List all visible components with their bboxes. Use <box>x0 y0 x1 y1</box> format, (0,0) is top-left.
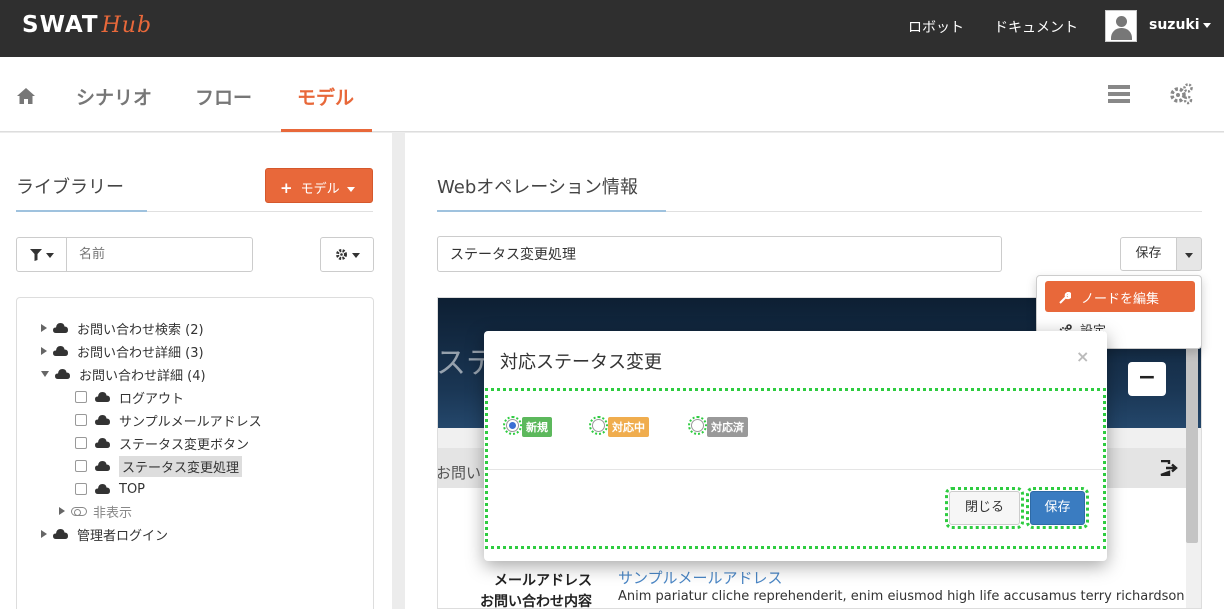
preview-body-text: Anim pariatur cliche reprehenderit, enim… <box>618 589 1185 604</box>
logout-icon[interactable] <box>1160 460 1178 476</box>
cloud-icon <box>95 484 110 494</box>
tab-model[interactable]: モデル <box>297 83 354 110</box>
radio-in-progress[interactable] <box>589 415 608 435</box>
search-input[interactable] <box>66 237 253 272</box>
library-title: ライブラリー <box>16 177 124 198</box>
hidden-toggle-icon <box>71 506 87 516</box>
tab-flow[interactable]: フロー <box>195 83 252 110</box>
close-icon[interactable]: × <box>1076 347 1089 366</box>
node-checkbox[interactable] <box>75 460 87 472</box>
tree-node[interactable]: お問い合わせ詳細 (4) <box>41 364 206 384</box>
node-checkbox[interactable] <box>75 483 87 495</box>
top-navbar: SWAT Hub ロボット ドキュメント suzuki <box>0 0 1224 57</box>
collapse-arrow-icon[interactable] <box>41 371 49 377</box>
avatar[interactable] <box>1105 10 1137 42</box>
preview-label-email: メールアドレス <box>494 573 592 589</box>
panel-title: Webオペレーション情報 <box>437 177 638 198</box>
wrench-icon <box>1059 291 1073 304</box>
active-tab-indicator <box>281 129 372 132</box>
nav-docs-link[interactable]: ドキュメント <box>994 17 1078 37</box>
cloud-icon <box>53 323 68 333</box>
menu-item-edit-node[interactable]: ノードを編集 <box>1045 281 1195 312</box>
preview-label-inquiry: お問い合わせ内容 <box>480 594 592 609</box>
modal-footer-divider <box>488 469 1103 470</box>
close-button[interactable]: 閉じる <box>945 487 1024 529</box>
title-underline <box>437 210 666 212</box>
chevron-down-icon <box>1185 253 1193 258</box>
chevron-down-icon <box>46 253 54 258</box>
tree-leaf-selected[interactable]: ステータス変更処理 <box>75 455 243 477</box>
status-option-in-progress[interactable]: 対応中 <box>589 413 649 437</box>
chevron-down-icon <box>346 187 355 192</box>
preview-email-link[interactable]: サンプルメールアドレス <box>618 567 783 588</box>
gear-icon <box>336 249 347 260</box>
expand-arrow-icon[interactable] <box>41 324 47 332</box>
node-checkbox[interactable] <box>75 414 87 426</box>
cloud-icon <box>53 346 68 356</box>
cloud-icon <box>53 529 68 539</box>
app-logo[interactable]: SWAT Hub <box>22 12 152 38</box>
zoom-out-button[interactable]: − <box>1128 362 1166 396</box>
filter-icon <box>30 249 42 261</box>
chevron-down-icon <box>1202 22 1211 28</box>
save-options-button[interactable] <box>1176 237 1202 271</box>
user-menu[interactable]: suzuki <box>1149 17 1211 33</box>
radio-done[interactable] <box>688 415 707 435</box>
expand-arrow-icon[interactable] <box>59 507 65 515</box>
tree-node[interactable]: お問い合わせ検索 (2) <box>41 318 204 338</box>
modal-title: 対応ステータス変更 <box>500 352 662 373</box>
add-model-button[interactable]: + モデル <box>265 168 373 203</box>
tree-node[interactable]: お問い合わせ詳細 (3) <box>41 341 204 361</box>
status-change-modal: 対応ステータス変更 × 新規 対応中 対応済 閉じる 保存 <box>484 331 1107 561</box>
chevron-down-icon <box>352 253 360 258</box>
library-panel: ライブラリー +モデル お問い合わせ検索 (2) お問い合わせ詳細 (3) お問… <box>0 133 392 609</box>
plus-icon: + <box>280 179 293 197</box>
save-button[interactable]: 保存 <box>1120 237 1177 271</box>
status-badge: 対応中 <box>608 417 649 437</box>
model-tree: お問い合わせ検索 (2) お問い合わせ詳細 (3) お問い合わせ詳細 (4) ロ… <box>16 297 374 609</box>
gears-icon[interactable] <box>1169 83 1193 105</box>
cloud-icon <box>95 415 110 425</box>
modal-save-button[interactable]: 保存 <box>1026 487 1089 529</box>
tree-leaf[interactable]: ログアウト <box>75 387 184 407</box>
radio-new[interactable] <box>503 415 522 435</box>
main-tabbar: シナリオ フロー モデル <box>0 57 1224 132</box>
cloud-icon <box>95 461 110 471</box>
tree-leaf[interactable]: ステータス変更ボタン <box>75 433 249 453</box>
status-badge: 新規 <box>522 417 552 437</box>
cloud-icon <box>95 392 110 402</box>
server-list-icon[interactable] <box>1108 85 1130 103</box>
tree-settings-button[interactable] <box>320 237 374 272</box>
home-icon[interactable] <box>16 87 36 105</box>
cloud-icon <box>55 369 70 379</box>
cloud-icon <box>95 438 110 448</box>
status-option-new[interactable]: 新規 <box>503 413 552 437</box>
node-checkbox[interactable] <box>75 437 87 449</box>
tab-scenario[interactable]: シナリオ <box>76 83 152 110</box>
tree-node[interactable]: 管理者ログイン <box>41 524 168 544</box>
nav-robot-link[interactable]: ロボット <box>908 17 964 37</box>
title-underline <box>16 210 147 212</box>
status-badge: 対応済 <box>707 417 748 437</box>
status-option-done[interactable]: 対応済 <box>688 413 748 437</box>
tree-leaf[interactable]: TOP <box>75 479 145 499</box>
expand-arrow-icon[interactable] <box>41 347 47 355</box>
operation-name-input[interactable] <box>437 236 1002 272</box>
node-checkbox[interactable] <box>75 391 87 403</box>
expand-arrow-icon[interactable] <box>41 530 47 538</box>
tree-hidden-group[interactable]: 非表示 <box>59 501 132 521</box>
preview-bar-text: お問い <box>437 464 482 482</box>
tree-leaf[interactable]: サンプルメールアドレス <box>75 410 262 430</box>
preview-scrollbar[interactable] <box>1186 343 1198 543</box>
filter-button[interactable] <box>16 237 67 272</box>
